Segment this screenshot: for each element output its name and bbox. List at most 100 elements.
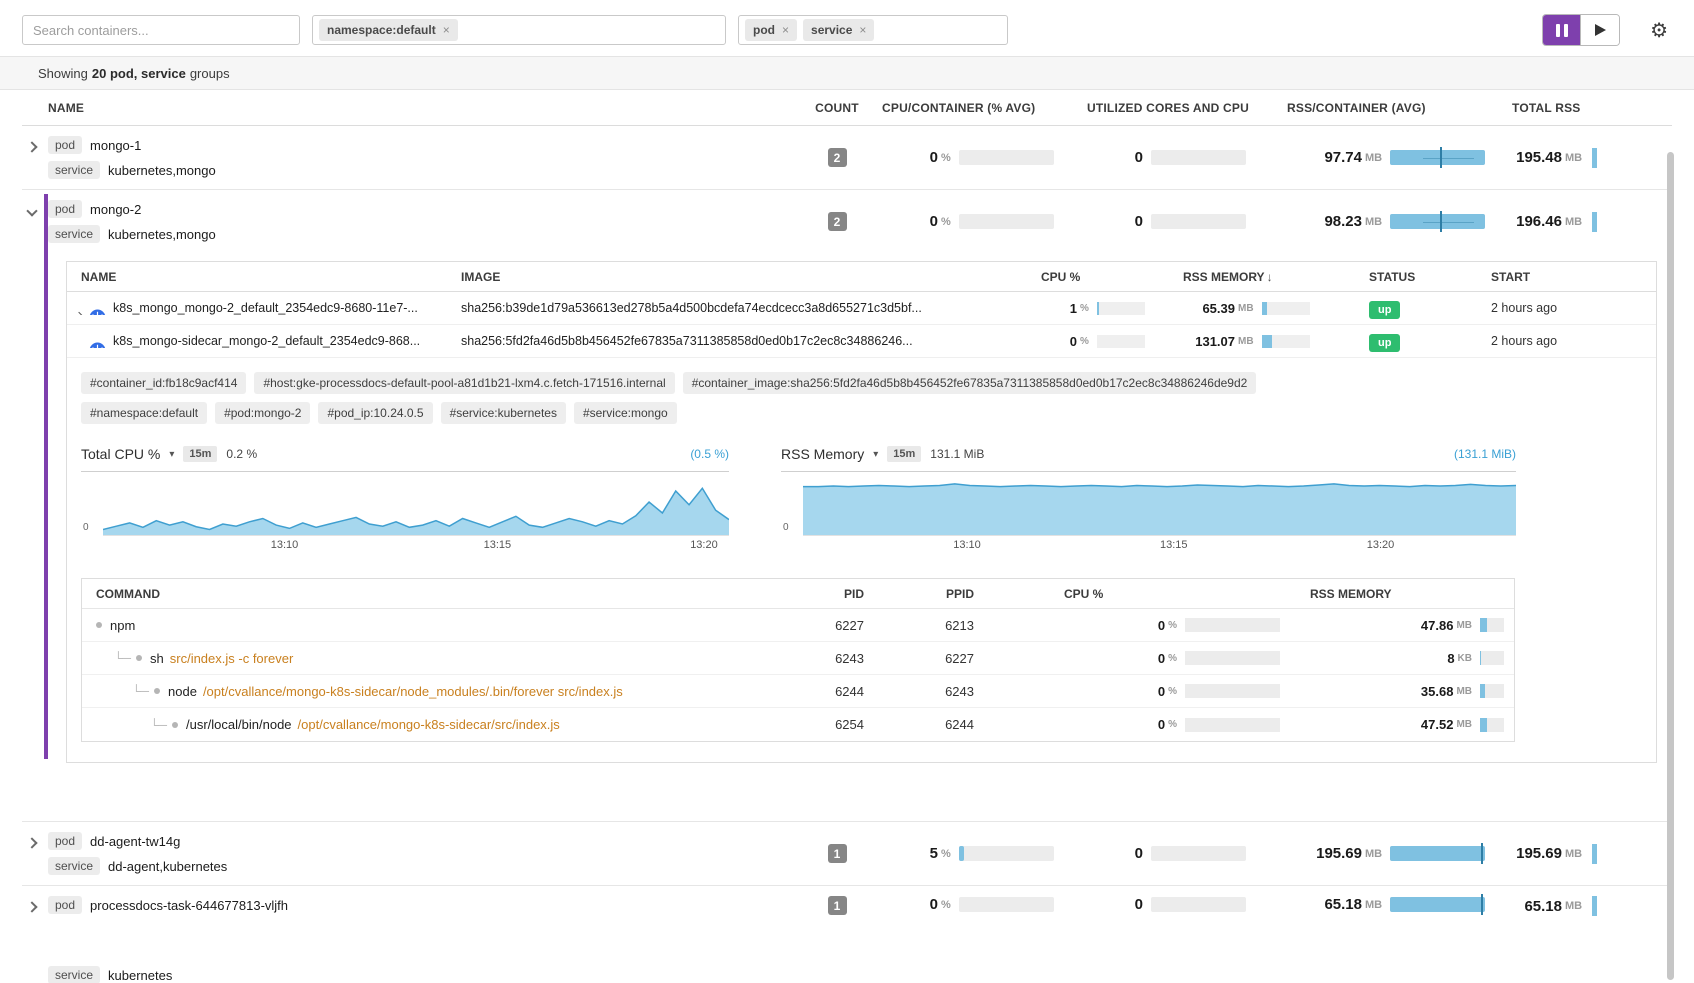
tag-pill[interactable]: #service:kubernetes [441, 402, 566, 424]
tree-branch-icon: └─ [114, 651, 131, 665]
service-tag: service [48, 857, 100, 875]
chart-max-value: (131.1 MiB) [1454, 447, 1516, 461]
process-column-pid[interactable]: PID [754, 587, 874, 601]
remove-filter-icon[interactable]: × [443, 23, 450, 37]
chart-metric-select[interactable]: Total CPU % [81, 446, 160, 462]
process-command: node [168, 684, 197, 699]
y-axis-zero-label: 0 [783, 522, 789, 533]
rss-cell: 98.23MB [1277, 213, 1502, 230]
chevron-right-icon[interactable] [75, 312, 83, 315]
tag-pill[interactable]: #pod:mongo-2 [215, 402, 310, 424]
status-badge: up [1369, 334, 1400, 352]
rss-sparkline [803, 480, 1516, 536]
filter-box-namespace[interactable]: namespace:default × [312, 15, 726, 45]
total-rss-bar [1592, 148, 1597, 168]
rss-distribution-bar [1390, 846, 1485, 861]
pod-tag: pod [48, 136, 82, 154]
play-pause-group [1542, 14, 1620, 46]
tag-pill[interactable]: #pod_ip:10.24.0.5 [318, 402, 432, 424]
group-row[interactable]: poddd-agent-tw14g servicedd-agent,kubern… [22, 822, 1672, 885]
container-cpu-value: 0 [1041, 334, 1077, 349]
gear-icon[interactable]: ⚙ [1650, 18, 1668, 43]
play-icon [1595, 24, 1606, 36]
play-button[interactable] [1581, 15, 1619, 45]
vertical-scrollbar[interactable] [1667, 152, 1674, 980]
cpu-value: 5 [872, 845, 938, 862]
pod-name: mongo-2 [90, 202, 141, 217]
process-rss-cell: 35.68MB [1290, 684, 1514, 699]
tag-pill[interactable]: #container_image:sha256:5fd2fa46d5b8b456… [683, 372, 1257, 394]
container-column-start[interactable]: START [1491, 270, 1656, 284]
filter-pill-pod[interactable]: pod × [745, 19, 797, 41]
tag-pill[interactable]: #container_id:fb18c9acf414 [81, 372, 246, 394]
column-header-name[interactable]: NAME [22, 101, 802, 115]
column-header-rss[interactable]: RSS/CONTAINER (AVG) [1277, 101, 1502, 115]
process-pid: 6243 [754, 651, 874, 666]
filter-box-grouping[interactable]: pod × service × [738, 15, 1008, 45]
container-row-expanded[interactable]: k8s_mongo-sidecar_mongo-2_default_2354ed… [67, 325, 1656, 358]
process-rss-bar [1480, 718, 1504, 732]
count-badge: 1 [828, 896, 847, 915]
process-dot-icon [172, 722, 178, 728]
pod-tag: pod [48, 200, 82, 218]
sort-descending-icon: ↓ [1267, 270, 1273, 284]
remove-filter-icon[interactable]: × [782, 23, 789, 37]
remove-filter-icon[interactable]: × [859, 23, 866, 37]
process-column-rss[interactable]: RSS MEMORY [1290, 587, 1514, 601]
filter-pill-service[interactable]: service × [803, 19, 874, 41]
filter-pill-namespace[interactable]: namespace:default × [319, 19, 458, 41]
chevron-down-icon: ▾ [873, 449, 878, 460]
tag-pill[interactable]: #namespace:default [81, 402, 207, 424]
process-column-command[interactable]: COMMAND [82, 587, 754, 601]
container-column-status[interactable]: STATUS [1361, 270, 1491, 284]
pod-name: processdocs-task-644677813-vljfh [90, 898, 288, 913]
process-rss-bar [1480, 618, 1504, 632]
containers-table: NAME IMAGE CPU % RSS MEMORY↓ STATUS STAR… [66, 261, 1657, 763]
pause-button[interactable] [1543, 15, 1581, 45]
group-row[interactable]: podprocessdocs-task-644677813-vljfh serv… [22, 886, 1672, 983]
process-cpu-cell: 0% [984, 684, 1290, 699]
process-rss-cell: 47.86MB [1290, 618, 1514, 633]
container-column-rss[interactable]: RSS MEMORY↓ [1171, 270, 1361, 284]
process-row: └─/usr/local/bin/node/opt/cvallance/mong… [82, 708, 1514, 741]
process-pid: 6227 [754, 618, 874, 633]
cpu-cell: 0% [872, 896, 1077, 913]
process-cpu-cell: 0% [984, 717, 1290, 732]
column-header-count[interactable]: COUNT [802, 101, 872, 115]
tag-pill[interactable]: #service:mongo [574, 402, 677, 424]
group-row[interactable]: podmongo-2 servicekubernetes,mongo 2 0% … [22, 190, 1672, 253]
process-command: npm [110, 618, 135, 633]
container-cpu-bar [1097, 335, 1145, 348]
process-ppid: 6243 [874, 684, 984, 699]
process-ppid: 6227 [874, 651, 984, 666]
container-detail: #container_id:fb18c9acf414 #host:gke-pro… [67, 358, 1656, 762]
chart-metric-select[interactable]: RSS Memory [781, 446, 864, 462]
container-column-name[interactable]: NAME [67, 270, 447, 284]
group-row[interactable]: podmongo-1 servicekubernetes,mongo 2 0% … [22, 126, 1672, 189]
process-dot-icon [136, 655, 142, 661]
column-header-cpu[interactable]: CPU/CONTAINER (% AVG) [872, 101, 1077, 115]
total-rss-bar [1592, 212, 1597, 232]
tag-pill[interactable]: #host:gke-processdocs-default-pool-a81d1… [254, 372, 674, 394]
rss-value: 65.18 [1277, 896, 1362, 913]
status-prefix: Showing [38, 66, 88, 81]
container-row[interactable]: k8s_mongo_mongo-2_default_2354edc9-8680-… [67, 292, 1656, 325]
search-input[interactable] [22, 15, 300, 45]
total-rss-unit: MB [1565, 900, 1582, 912]
container-column-cpu[interactable]: CPU % [1041, 270, 1171, 284]
process-rss-cell: 8KB [1290, 651, 1514, 666]
column-header-total-rss[interactable]: TOTAL RSS [1502, 101, 1672, 115]
kubernetes-icon [89, 309, 106, 315]
container-column-image[interactable]: IMAGE [447, 270, 1041, 284]
table-header-row: NAME COUNT CPU/CONTAINER (% AVG) UTILIZE… [22, 90, 1672, 126]
chevron-down-icon[interactable] [75, 345, 83, 348]
process-column-ppid[interactable]: PPID [874, 587, 984, 601]
service-names: kubernetes [108, 968, 172, 983]
cpu-bar [959, 897, 1054, 912]
process-column-cpu[interactable]: CPU % [984, 587, 1290, 601]
chevron-down-icon: ▾ [169, 449, 174, 460]
kubernetes-icon [89, 342, 106, 348]
cores-bar [1151, 897, 1246, 912]
container-name: k8s_mongo-sidecar_mongo-2_default_2354ed… [113, 334, 420, 348]
column-header-cores[interactable]: UTILIZED CORES AND CPU [1077, 101, 1277, 115]
